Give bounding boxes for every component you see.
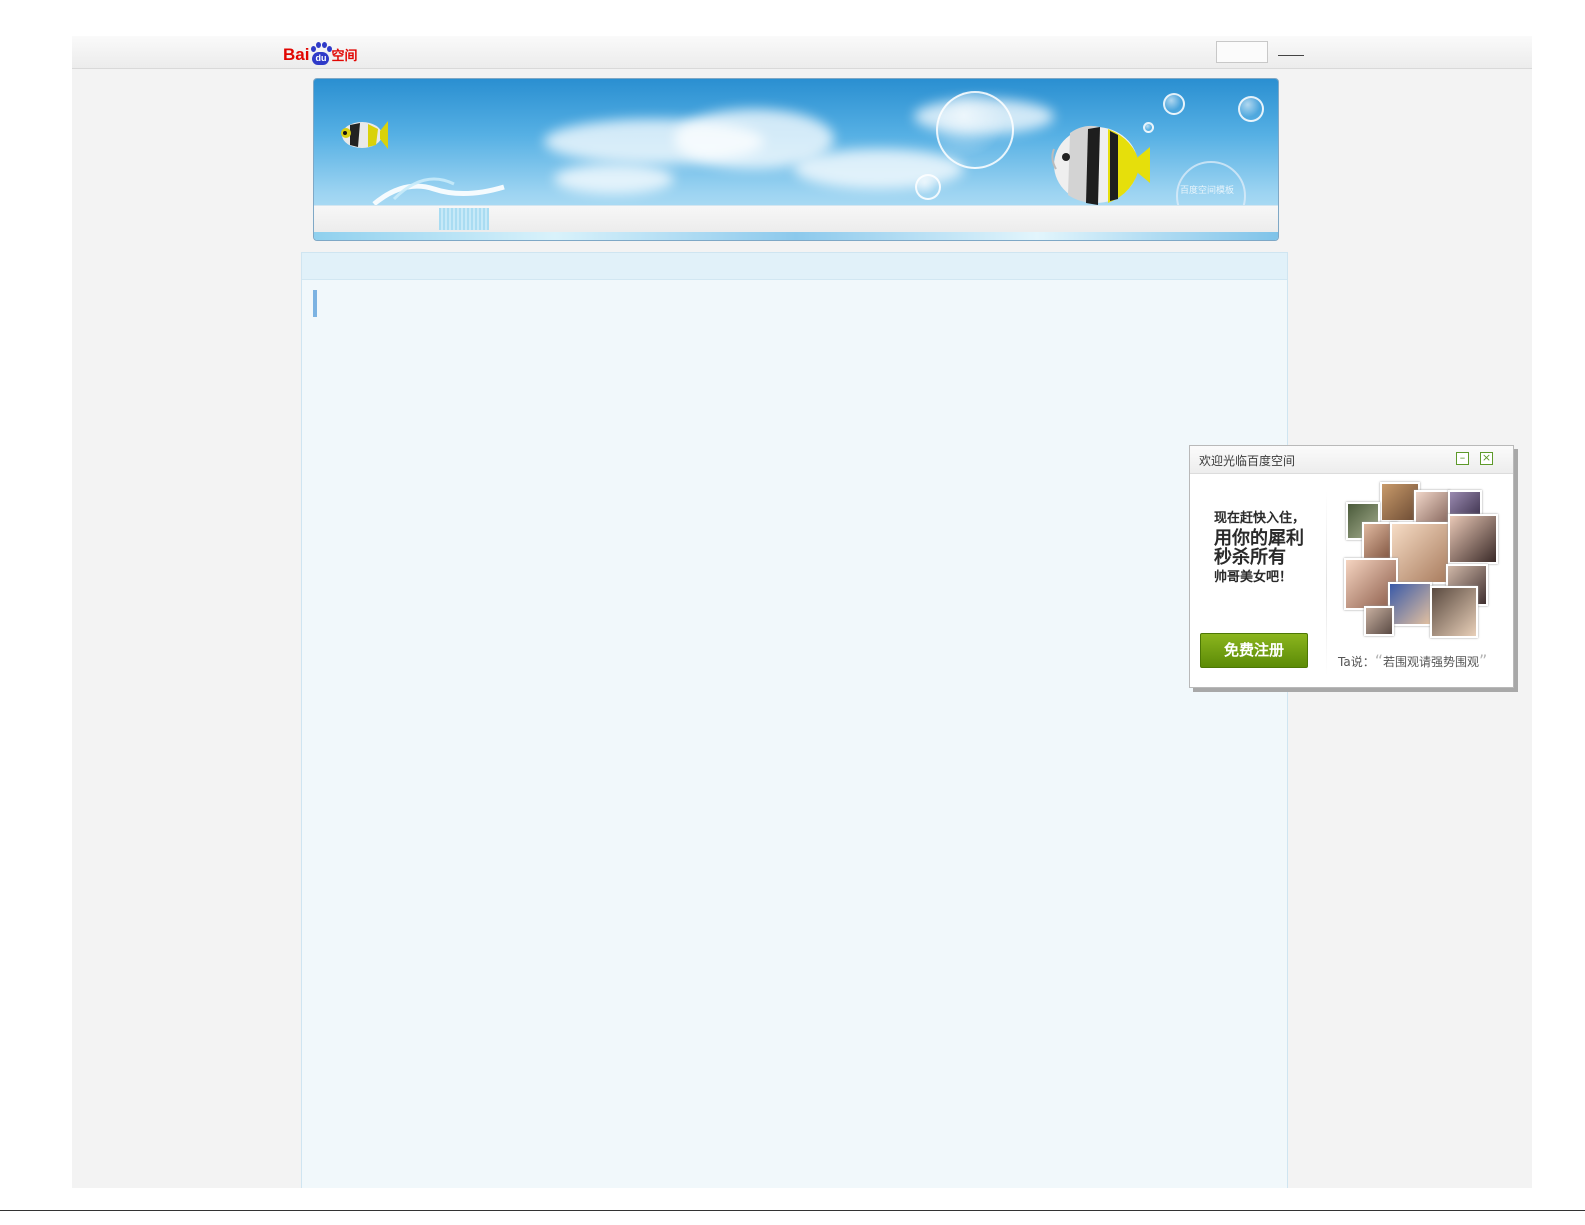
popup-titlebar[interactable]: 欢迎光临百度空间 – × — [1190, 446, 1513, 474]
quote-close-mark: ” — [1479, 651, 1488, 670]
main-content-panel — [301, 252, 1288, 1188]
minimize-icon[interactable]: – — [1456, 452, 1469, 465]
avatar-collage — [1344, 482, 1504, 642]
top-link[interactable] — [1278, 55, 1304, 56]
section-marker — [313, 290, 317, 317]
baidu-space-logo[interactable]: Bai du 空间 — [283, 40, 357, 66]
space-banner: 百度空间模板 — [313, 78, 1279, 241]
pitch-line-2: 用你的犀利 — [1214, 527, 1304, 549]
nav-tab-active[interactable] — [439, 208, 489, 230]
avatar — [1390, 522, 1452, 584]
avatar — [1364, 606, 1394, 636]
close-icon[interactable]: × — [1480, 452, 1493, 465]
popup-title: 欢迎光临百度空间 — [1199, 454, 1296, 468]
bubble-icon — [1238, 96, 1264, 122]
bubble-icon — [936, 91, 1014, 169]
login-button[interactable] — [1216, 41, 1268, 63]
welcome-popup: 欢迎光临百度空间 – × 现在赶快入住， 用你的犀利 秒杀所有 帅哥美女吧！ 免… — [1189, 445, 1514, 688]
avatar — [1388, 582, 1432, 626]
top-bar: Bai du 空间 — [72, 36, 1532, 69]
pitch-line-3: 秒杀所有 — [1214, 546, 1286, 568]
quote-open-mark: “ — [1374, 651, 1383, 670]
bubble-icon — [915, 174, 941, 200]
avatar — [1430, 586, 1478, 638]
avatar — [1448, 514, 1498, 564]
browser-viewport: Bai du 空间 百度空间模板 欢迎光临百度空间 – × 现在赶快入住， 用你… — [72, 36, 1532, 1188]
stamp-text: 百度空间模板 — [1180, 186, 1235, 196]
logo-space-text: 空间 — [331, 48, 358, 63]
quote-text: 若围观请强势围观 — [1383, 655, 1480, 669]
big-fish-icon — [1051, 125, 1150, 205]
content-header-bar — [302, 253, 1287, 280]
avatar — [1414, 490, 1450, 524]
cloud-shape — [554, 164, 674, 194]
water-splash-icon — [372, 177, 505, 206]
popup-quote: Ta说：“若围观请强势围观” — [1338, 651, 1487, 670]
pitch-line-1: 现在赶快入住， — [1214, 511, 1306, 526]
pitch-line-4: 帅哥美女吧！ — [1214, 570, 1293, 586]
quote-prefix: Ta说： — [1338, 655, 1375, 669]
popup-pitch: 现在赶快入住， 用你的犀利 秒杀所有 帅哥美女吧！ — [1214, 512, 1324, 585]
logo-du-text: du — [312, 52, 330, 65]
bubble-icon — [1163, 93, 1185, 115]
popup-divider — [1326, 491, 1327, 676]
small-fish-icon — [341, 121, 388, 149]
free-register-button[interactable]: 免费注册 — [1200, 633, 1308, 668]
logo-bai-text: Bai — [283, 45, 310, 64]
paw-icon: du — [310, 42, 333, 66]
status-bar-edge — [0, 1210, 1585, 1211]
blog-nav-bar — [314, 205, 1278, 232]
